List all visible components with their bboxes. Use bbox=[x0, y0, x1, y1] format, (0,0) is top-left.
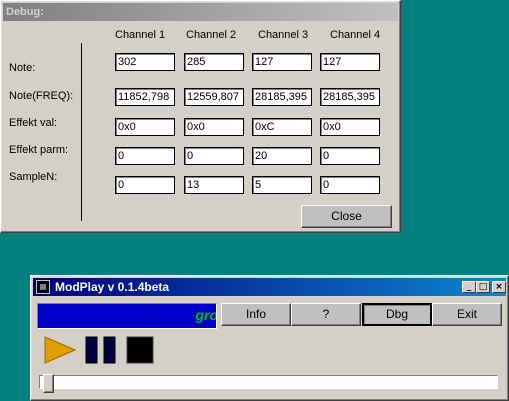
note-freq-label: Note(FREQ): bbox=[9, 90, 74, 102]
sample-n-ch1-field[interactable]: 0 bbox=[115, 176, 175, 194]
sample-n-ch3-field[interactable]: 5 bbox=[252, 176, 312, 194]
exit-button[interactable]: Exit bbox=[432, 303, 502, 326]
effekt-parm-ch4-field[interactable]: 0 bbox=[320, 147, 380, 165]
effekt-parm-ch1-field[interactable]: 0 bbox=[115, 147, 175, 165]
debug-button[interactable]: Dbg bbox=[362, 303, 432, 326]
minimize-button[interactable]: _ bbox=[462, 281, 476, 293]
effekt-val-ch2-field[interactable]: 0x0 bbox=[184, 118, 244, 136]
effekt-val-ch3-field[interactable]: 0xC bbox=[252, 118, 312, 136]
modplay-window: ModPlay v 0.1.4beta _ □ × gro Info ? Dbg… bbox=[30, 275, 509, 401]
play-icon[interactable] bbox=[44, 336, 76, 364]
note-label: Note: bbox=[9, 62, 36, 74]
help-button[interactable]: ? bbox=[291, 303, 361, 326]
app-icon bbox=[36, 280, 50, 294]
sample-n-ch4-field[interactable]: 0 bbox=[320, 176, 380, 194]
effekt-parm-ch2-field[interactable]: 0 bbox=[184, 147, 244, 165]
debug-title-bar[interactable]: Debug: bbox=[3, 3, 398, 21]
freq-ch4-field[interactable]: 28185,395 bbox=[320, 88, 380, 106]
freq-ch3-field[interactable]: 28185,395 bbox=[252, 88, 312, 106]
channel-2-header: Channel 2 bbox=[186, 29, 237, 41]
freq-ch2-field[interactable]: 12559,807 bbox=[184, 88, 244, 106]
freq-ch1-field[interactable]: 11852,798 bbox=[115, 88, 175, 106]
close-window-button[interactable]: × bbox=[492, 281, 506, 293]
divider-line bbox=[81, 43, 82, 221]
sample-n-ch2-field[interactable]: 13 bbox=[184, 176, 244, 194]
scroller-text: gro bbox=[195, 307, 217, 323]
note-ch1-field[interactable]: 302 bbox=[115, 53, 175, 71]
effekt-val-ch4-field[interactable]: 0x0 bbox=[320, 118, 380, 136]
stop-icon[interactable] bbox=[126, 336, 154, 364]
info-button[interactable]: Info bbox=[221, 303, 291, 326]
maximize-button[interactable]: □ bbox=[476, 281, 490, 293]
debug-title: Debug: bbox=[6, 6, 44, 18]
effekt-parm-label: Effekt parm: bbox=[9, 144, 69, 156]
note-ch3-field[interactable]: 127 bbox=[252, 53, 312, 71]
note-ch2-field[interactable]: 285 bbox=[184, 53, 244, 71]
sample-n-label: SampleN: bbox=[9, 171, 58, 183]
modplay-title: ModPlay v 0.1.4beta bbox=[55, 280, 170, 294]
pause-icon[interactable] bbox=[85, 336, 117, 364]
debug-window: Debug: Channel 1 Channel 2 Channel 3 Cha… bbox=[0, 0, 401, 233]
effekt-val-ch1-field[interactable]: 0x0 bbox=[115, 118, 175, 136]
modplay-title-bar[interactable]: ModPlay v 0.1.4beta _ □ × bbox=[33, 278, 506, 296]
song-title-scroller: gro bbox=[37, 303, 217, 329]
close-button[interactable]: Close bbox=[301, 205, 392, 228]
effekt-parm-ch3-field[interactable]: 20 bbox=[252, 147, 312, 165]
position-slider-thumb[interactable] bbox=[43, 374, 54, 393]
channel-1-header: Channel 1 bbox=[115, 29, 166, 41]
effekt-val-label: Effekt val: bbox=[9, 117, 58, 129]
channel-4-header: Channel 4 bbox=[330, 29, 381, 41]
position-slider-track[interactable] bbox=[39, 375, 498, 389]
channel-3-header: Channel 3 bbox=[258, 29, 309, 41]
note-ch4-field[interactable]: 127 bbox=[320, 53, 380, 71]
